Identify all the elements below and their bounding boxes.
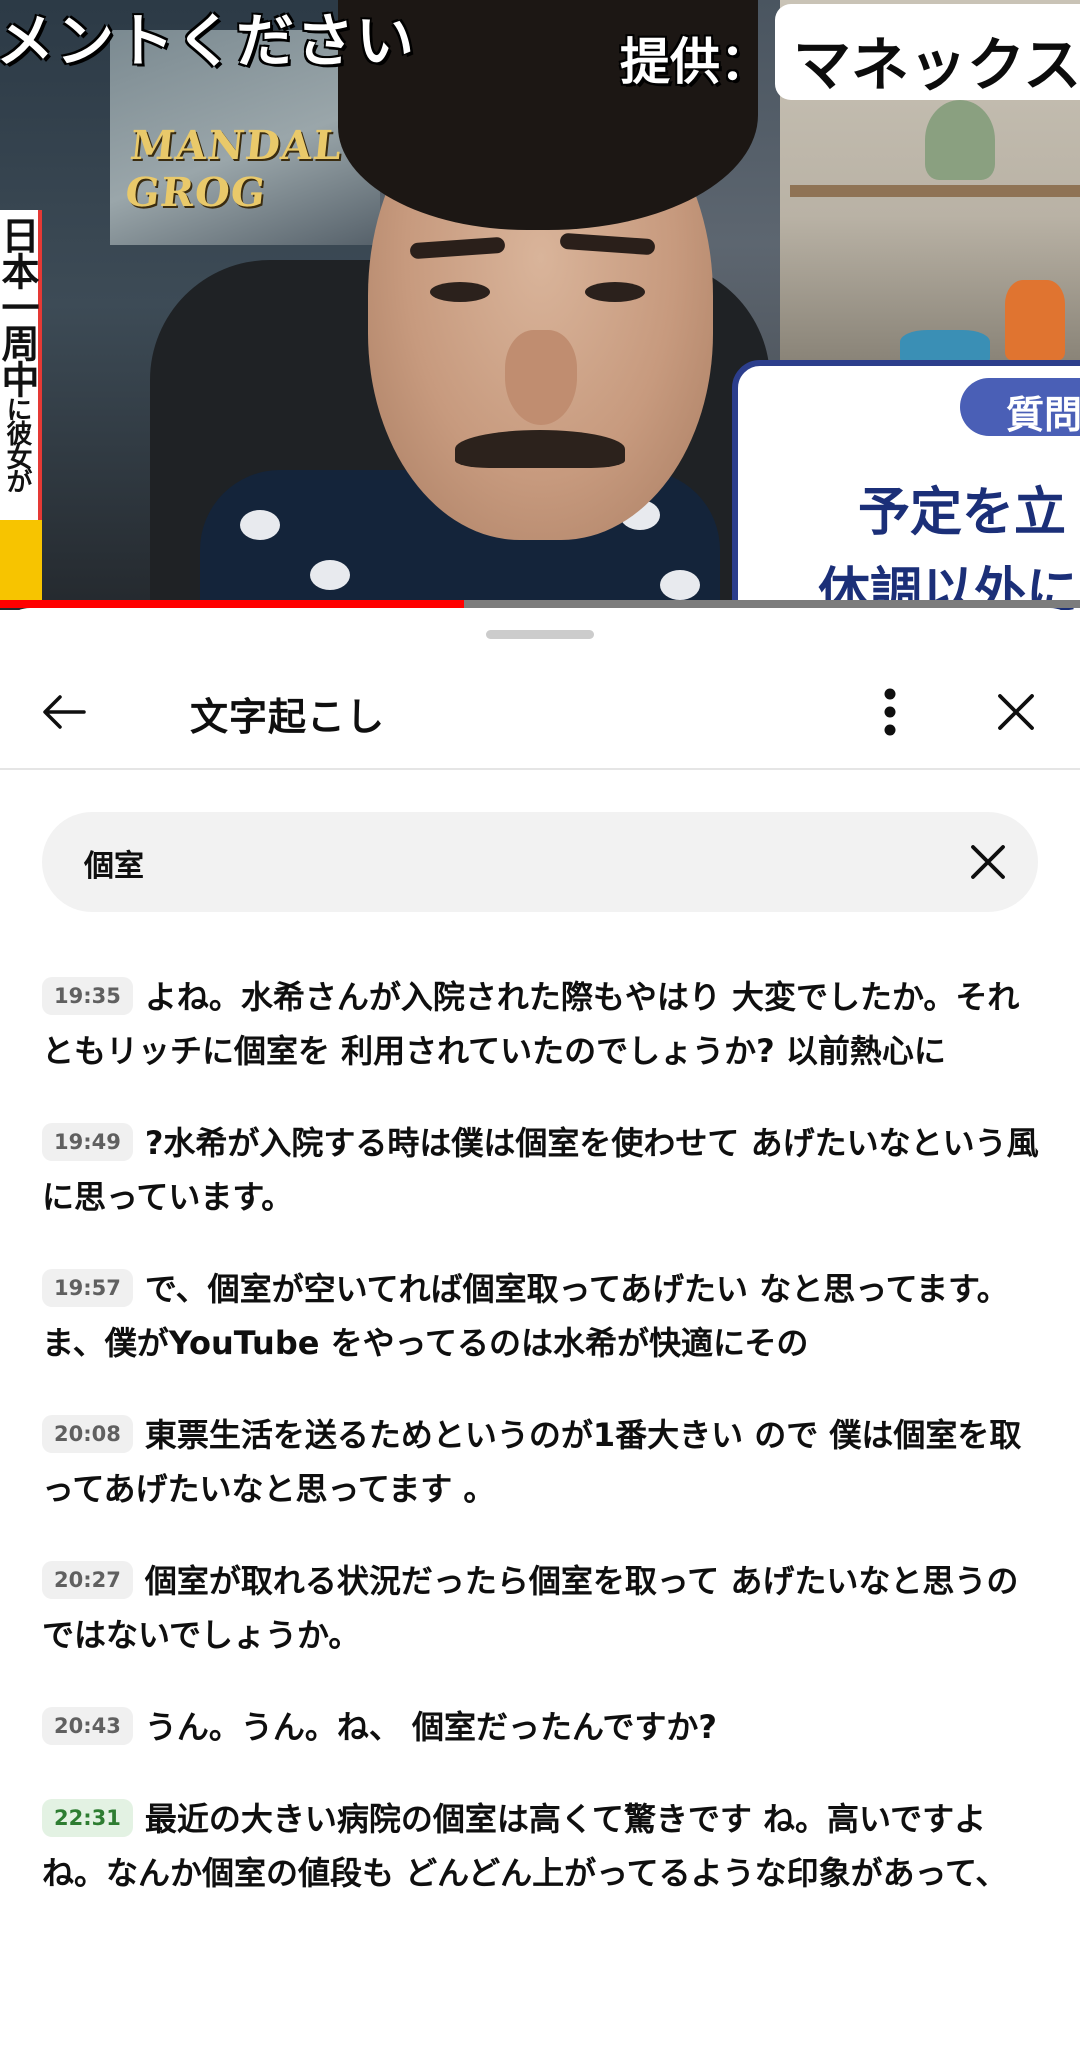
transcript-panel: 文字起こし 19:35よね。水希さんが入院された際もやはり 大変でしたか。それと… (0, 608, 1080, 2068)
transcript-segment[interactable]: 20:27 個室が取れる状況だったら個室を取って あげたいなと思うのではないでしょ… (42, 1554, 1042, 1662)
arrow-left-icon (43, 695, 86, 729)
eye (585, 282, 645, 302)
segment-timestamp[interactable]: 22:31 (42, 1799, 133, 1837)
more-options-button[interactable] (850, 672, 930, 752)
segment-timestamp[interactable]: 19:35 (42, 977, 133, 1015)
drag-handle[interactable] (486, 630, 594, 639)
banner-main-text: 日本一周中 (0, 216, 39, 396)
panel-header: 文字起こし (0, 658, 1080, 768)
transcript-segment[interactable]: 19:57 で、個室が空いてれば個室取ってあげたい なと思ってます。ま、僕がYou… (42, 1262, 1042, 1370)
header-divider (0, 768, 1080, 770)
transcript-segment[interactable]: 19:35 よね。水希さんが入院された際もやはり 大変でしたか。それともリッチに個… (42, 970, 1042, 1078)
segment-timestamp[interactable]: 19:49 (42, 1123, 133, 1161)
segment-timestamp[interactable]: 20:08 (42, 1415, 133, 1453)
close-icon (998, 694, 1034, 730)
segment-text: 個室が取れる状況だったら個室を取って あげたいなと思うのではないでしょうか。 (42, 1562, 1019, 1654)
question-tag: 質問 (960, 378, 1080, 437)
segment-text: うん。うん。ね、 個室だったんですか? (144, 1708, 717, 1746)
transcript-segment-active[interactable]: 22:31 最近の大きい病院の個室は高くて驚きです ね。高いですよね。なんか個室の… (42, 1792, 1042, 1900)
shirt-pattern (660, 570, 700, 600)
panel-title: 文字起こし (190, 695, 386, 739)
video-caption: メントください (0, 7, 417, 75)
segment-text: 東票生活を送るためというのが1番大きい ので 僕は個室を取ってあげたいなと思って… (42, 1416, 1022, 1508)
segment-text: ?水希が入院する時は僕は個室を使わせて あげたいなという風に思っています。 (42, 1124, 1039, 1216)
transcript-segment[interactable]: 20:43 うん。うん。ね、 個室だったんですか? (42, 1700, 1042, 1754)
eye (430, 282, 490, 302)
question-line-1: 予定を立 (858, 483, 1067, 543)
shelf-board (790, 185, 1080, 197)
sponsor-name: マネックスの (775, 4, 1080, 100)
banner-accent (0, 520, 42, 600)
shirt-pattern (310, 560, 350, 590)
nose (505, 330, 577, 425)
search-input[interactable] (82, 812, 926, 914)
segment-text: で、個室が空いてれば個室取ってあげたい なと思ってます。ま、僕がYouTube … (42, 1270, 1009, 1362)
back-button[interactable] (24, 672, 104, 752)
transcript-segment[interactable]: 20:08 東票生活を送るためというのが1番大きい ので 僕は個室を取ってあげたい… (42, 1408, 1042, 1516)
more-vertical-icon (884, 688, 896, 736)
segment-text: 最近の大きい病院の個室は高くて驚きです ね。高いですよね。なんか個室の値段も ど… (42, 1800, 1008, 1892)
segment-timestamp[interactable]: 20:27 (42, 1561, 133, 1599)
transcript-list: 19:35 よね。水希さんが入院された際もやはり 大変でしたか。それともリッチに個… (42, 970, 1042, 1938)
transcript-search[interactable] (42, 812, 1038, 914)
progress-fill (0, 600, 465, 608)
segment-text: よね。水希さんが入院された際もやはり 大変でしたか。それともリッチに個室を 利用… (42, 978, 1020, 1070)
sponsor-label: 提供： (620, 33, 770, 91)
figure-toy (925, 100, 995, 180)
shirt-pattern (240, 510, 280, 540)
moustache (455, 430, 625, 468)
plush-toy (1005, 280, 1065, 360)
clear-search-button[interactable] (948, 822, 1028, 902)
video-player[interactable]: MANDALOR GROG 日本一周中に彼女が メントください 提供： マネック… (0, 0, 1080, 610)
transcript-segment[interactable]: 19:49 ?水希が入院する時は僕は個室を使わせて あげたいなという風に思っていま… (42, 1116, 1042, 1224)
banner-sub-text: に彼女が (2, 396, 32, 492)
close-icon (971, 845, 1005, 879)
segment-timestamp[interactable]: 19:57 (42, 1269, 133, 1307)
close-panel-button[interactable] (976, 672, 1056, 752)
segment-timestamp[interactable]: 20:43 (42, 1707, 133, 1745)
